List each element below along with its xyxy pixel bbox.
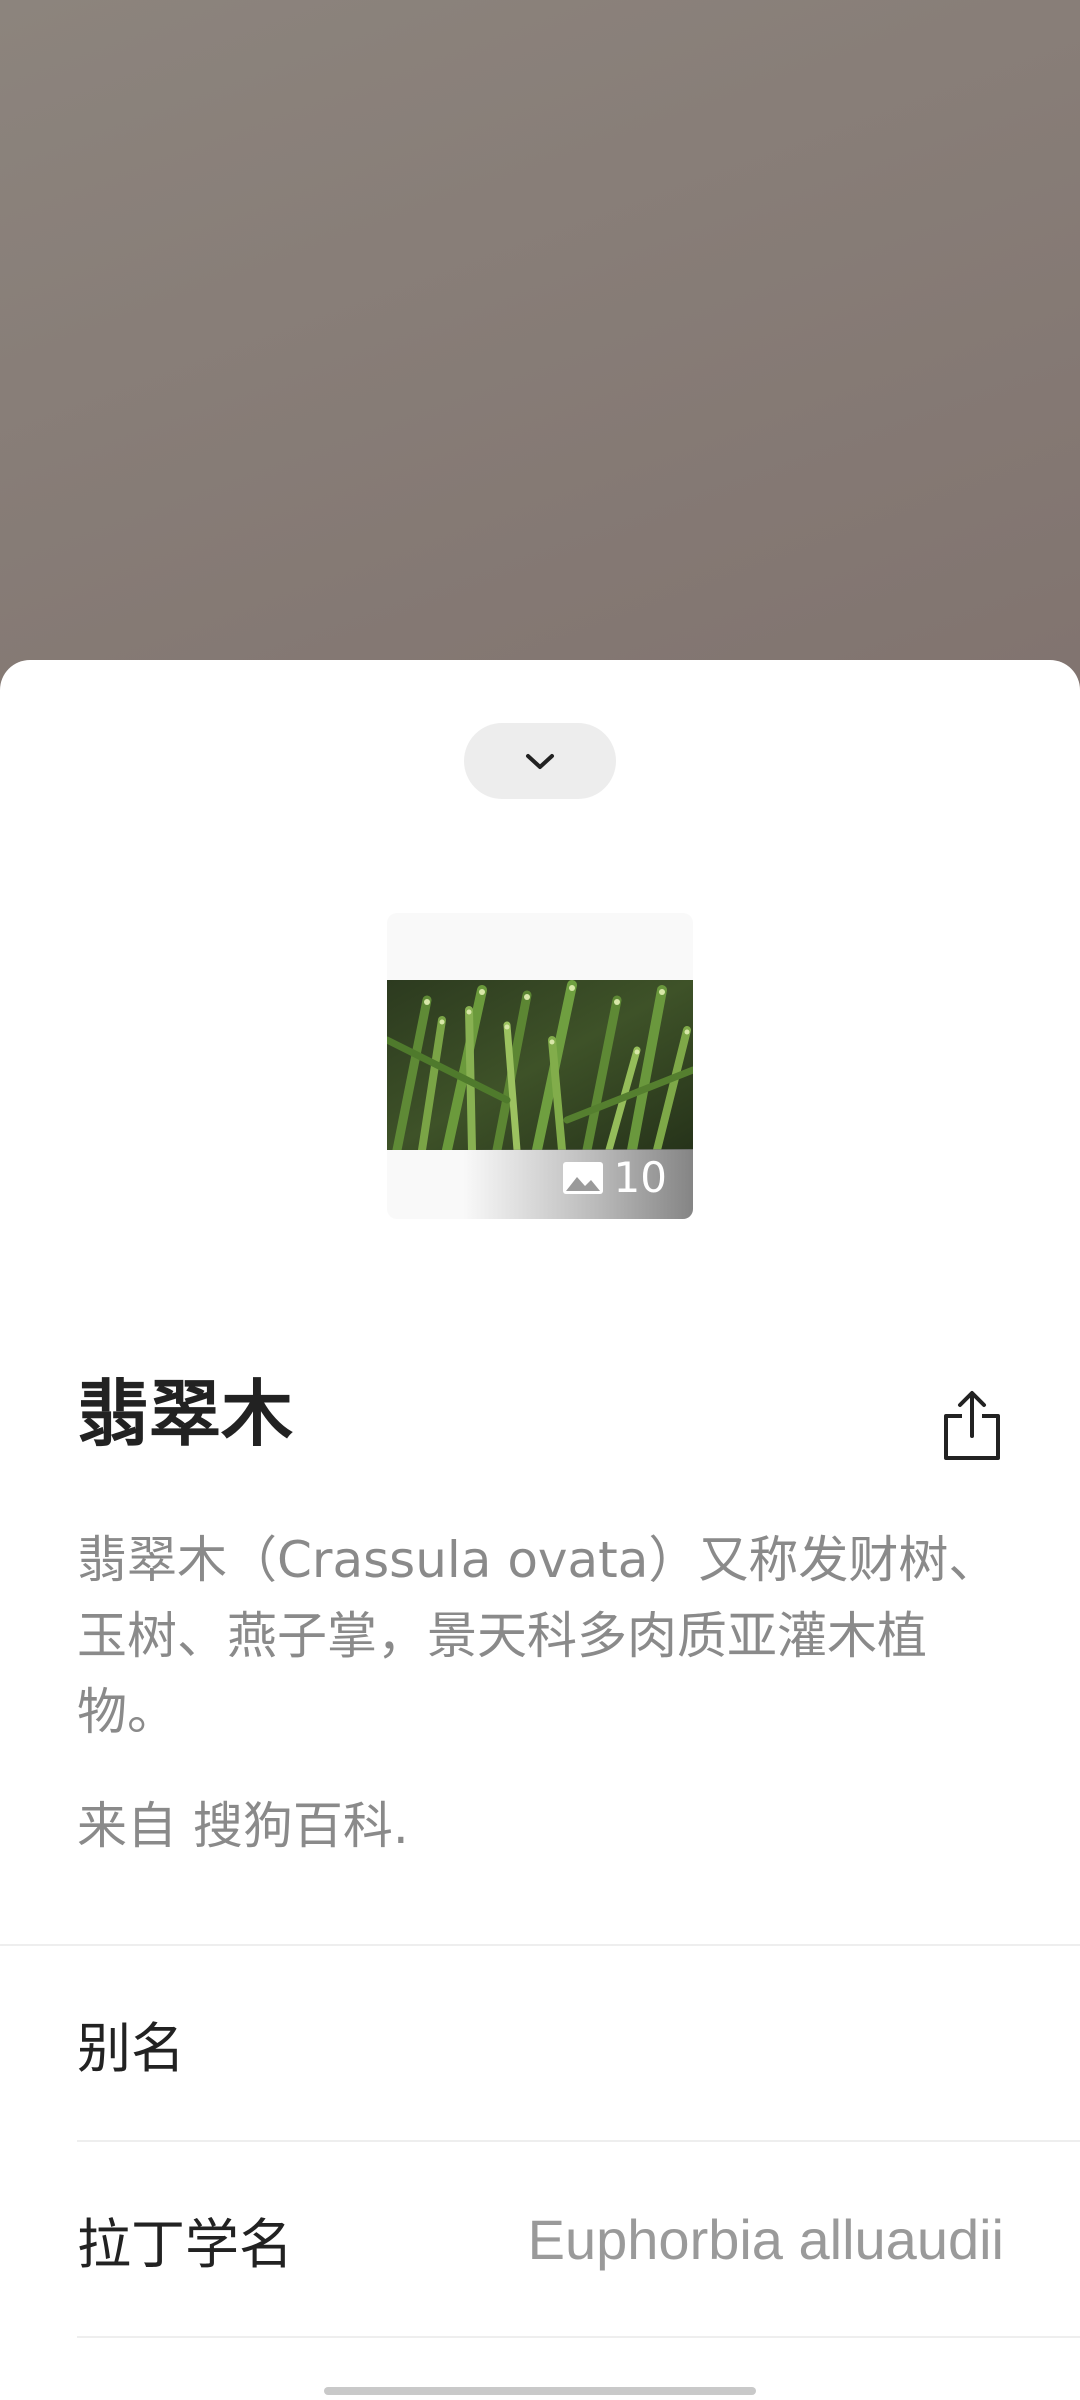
plant-image-gallery[interactable]: 10 <box>387 913 693 1219</box>
source-suffix: . <box>392 1797 409 1855</box>
source-link[interactable]: 搜狗百科 <box>193 1797 393 1855</box>
info-row-alias: 别名 <box>77 1946 1080 2142</box>
plant-description: 翡翠木（Crassula ovata）又称发财树、玉树、燕子掌，景天科多肉质亚灌… <box>77 1531 999 1741</box>
share-button[interactable] <box>940 1390 1004 1462</box>
collapse-sheet-button[interactable] <box>464 723 616 799</box>
screen: 10 翡翠木 翡翠木（Crassula ovata）又称发财树、玉树、燕子掌，景… <box>0 0 1080 2400</box>
info-row-latin-name: 拉丁学名 Euphorbia alluaudii <box>77 2142 1080 2338</box>
share-icon <box>944 1391 1000 1460</box>
alias-label: 别名 <box>77 2016 185 2080</box>
image-count-badge: 10 <box>562 1157 667 1199</box>
chevron-down-icon <box>526 754 554 769</box>
image-count: 10 <box>613 1153 667 1202</box>
plant-name-title: 翡翠木 <box>77 1372 294 1456</box>
plant-detail-sheet: 10 翡翠木 翡翠木（Crassula ovata）又称发财树、玉树、燕子掌，景… <box>0 660 1080 2400</box>
source-line: 来自 搜狗百科. <box>77 1796 409 1856</box>
source-prefix: 来自 <box>77 1797 193 1855</box>
latin-name-value: Euphorbia alluaudii <box>527 2207 1004 2271</box>
latin-name-label: 拉丁学名 <box>77 2212 293 2276</box>
image-icon <box>562 1162 603 1194</box>
plant-photo <box>387 980 693 1150</box>
home-indicator[interactable] <box>324 2387 756 2395</box>
